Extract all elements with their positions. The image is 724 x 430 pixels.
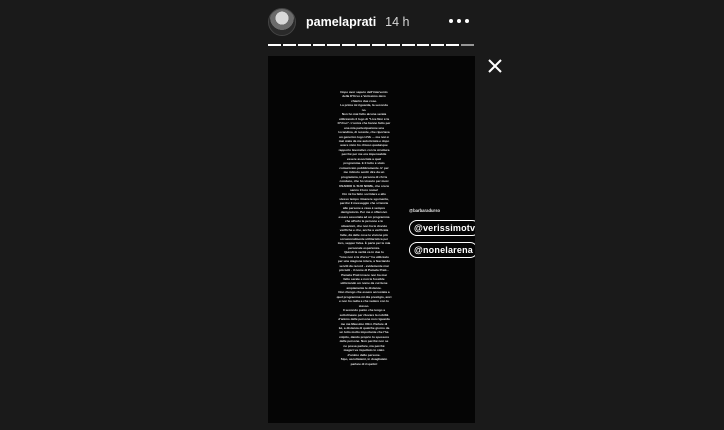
timestamp: 14 h: [385, 15, 410, 29]
progress-segment: [446, 44, 460, 46]
story-header: pamelaprati 14 h: [268, 7, 478, 37]
progress-segment: [461, 44, 475, 46]
more-options-icon[interactable]: [449, 14, 469, 28]
story-viewer: pamelaprati 14 h Dopo aver saputo dell'i…: [0, 0, 724, 430]
progress-segment: [416, 44, 430, 46]
progress-segment: [372, 44, 385, 46]
mention-verissimotv[interactable]: @verissimotv: [409, 220, 475, 236]
progress-segment: [342, 44, 356, 46]
story-content[interactable]: Dopo aver saputo dell'intervento della D…: [268, 56, 475, 423]
progress-segment: [401, 44, 415, 46]
username[interactable]: pamelaprati: [306, 15, 376, 29]
avatar[interactable]: [268, 8, 296, 36]
progress-segment: [357, 44, 371, 46]
mention-small[interactable]: @barbaradurso: [409, 208, 475, 213]
close-icon[interactable]: [486, 57, 504, 75]
story-tags: @barbaradurso @verissimotv @nonelarena: [409, 208, 475, 262]
mention-nonelarena[interactable]: @nonelarena: [409, 242, 475, 258]
progress-segment: [268, 44, 281, 46]
progress-segment: [327, 44, 341, 46]
progress-segment: [282, 44, 296, 46]
progress-segment: [386, 44, 400, 46]
progress-segment: [431, 44, 445, 46]
progress-segment: [312, 44, 326, 46]
progress-segment: [297, 44, 311, 46]
story-body-text: Dopo aver saputo dell'intervento della D…: [336, 90, 392, 366]
story-progress-bar: [268, 44, 475, 46]
